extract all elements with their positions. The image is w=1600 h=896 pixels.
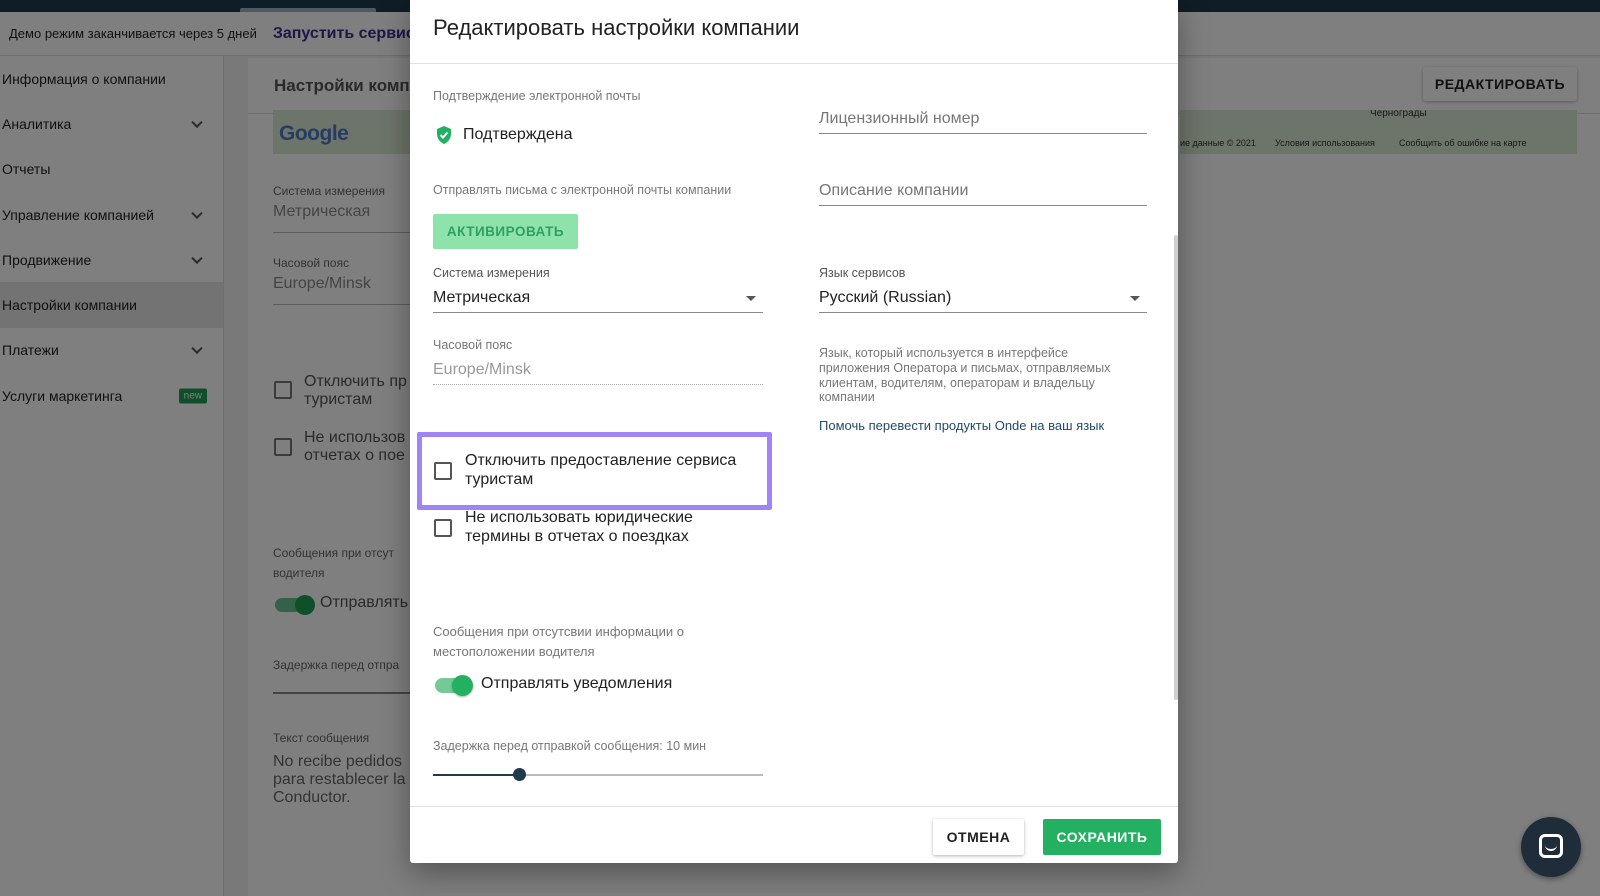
license-number-underline — [819, 133, 1147, 134]
chevron-down-icon[interactable] — [746, 296, 756, 301]
disable-tourists-checkbox[interactable] — [434, 462, 452, 480]
verified-shield-icon — [437, 126, 451, 144]
help-translate-link[interactable]: Помочь перевести продукты Onde на ваш яз… — [819, 418, 1104, 433]
disable-tourists-label: Отключить предоставление сервиса туриста… — [465, 452, 737, 488]
service-language-label: Язык сервисов — [819, 266, 906, 280]
delay-label: Задержка перед отправкой сообщения: 10 м… — [433, 739, 707, 753]
dialog-scrollbar[interactable] — [1174, 235, 1178, 700]
cancel-button[interactable]: ОТМЕНА — [933, 819, 1024, 855]
toggle-knob — [452, 675, 473, 696]
send-notifications-toggle[interactable] — [435, 675, 473, 696]
measure-system-select[interactable]: Метрическая — [433, 289, 530, 307]
no-legal-terms-checkbox[interactable] — [434, 519, 452, 537]
no-location-messages-label: Сообщения при отсутсвии информации о мес… — [433, 624, 684, 659]
delay-slider-fill — [433, 774, 519, 776]
activate-button[interactable]: АКТИВИРОВАТЬ — [433, 214, 578, 249]
measure-system-underline — [433, 312, 763, 313]
dialog-footer-divider — [410, 806, 1178, 807]
service-language-underline — [819, 312, 1147, 313]
dialog-header-divider — [410, 63, 1178, 64]
service-language-select[interactable]: Русский (Russian) — [819, 289, 951, 307]
delay-slider-thumb[interactable] — [512, 768, 526, 781]
measure-system-label: Система измерения — [433, 266, 550, 280]
send-notifications-label: Отправлять уведомления — [481, 675, 673, 692]
chevron-down-icon[interactable] — [1130, 296, 1140, 301]
chat-widget-button[interactable] — [1521, 817, 1581, 877]
save-button[interactable]: СОХРАНИТЬ — [1043, 819, 1161, 855]
send-from-company-label: Отправлять письма с электронной почты ко… — [433, 183, 732, 197]
dialog-title: Редактировать настройки компании — [433, 15, 800, 40]
company-description-input[interactable]: Описание компании — [819, 182, 968, 200]
app-page: Демо режим заканчивается через 5 дней За… — [0, 0, 1600, 896]
edit-company-settings-dialog: Редактировать настройки компании Подтвер… — [410, 0, 1178, 863]
language-help-text: Язык, который используется в интерфейсе … — [819, 346, 1111, 405]
no-legal-terms-label: Не использовать юридические термины в от… — [465, 509, 693, 545]
email-confirm-label: Подтверждение электронной почты — [433, 89, 641, 103]
timezone-field: Europe/Minsk — [433, 361, 531, 378]
company-description-underline — [819, 205, 1147, 206]
timezone-underline — [433, 384, 763, 385]
timezone-label: Часовой пояс — [433, 338, 513, 352]
email-confirm-status: Подтверждена — [463, 126, 573, 143]
chat-icon — [1539, 834, 1563, 858]
license-number-input[interactable]: Лицензионный номер — [819, 110, 979, 128]
